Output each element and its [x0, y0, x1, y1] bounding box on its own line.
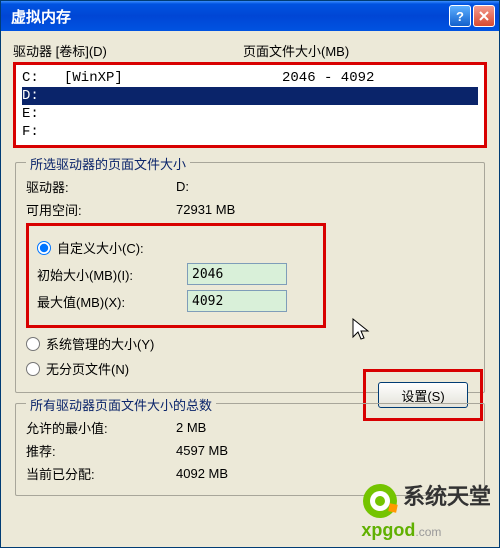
min-value: 2 MB	[176, 420, 206, 435]
initial-size-input[interactable]	[187, 263, 287, 285]
system-managed-label: 系统管理的大小(Y)	[46, 334, 154, 353]
custom-size-label: 自定义大小(C):	[57, 238, 144, 257]
header-drive: 驱动器 [卷标](D)	[13, 41, 243, 60]
titlebar: 虚拟内存 ?	[1, 1, 499, 31]
drive-size: 2046 - 4092	[282, 70, 374, 86]
free-space-label: 可用空间:	[26, 200, 176, 219]
min-row: 允许的最小值: 2 MB	[26, 418, 474, 437]
system-managed-row: 系统管理的大小(Y)	[26, 334, 474, 353]
header-paging: 页面文件大小(MB)	[243, 41, 349, 60]
system-managed-radio[interactable]	[26, 337, 40, 351]
drive-label: F:	[22, 124, 282, 140]
min-label: 允许的最小值:	[26, 418, 176, 437]
custom-size-radio[interactable]	[37, 241, 51, 255]
logo-text: 系统天堂	[403, 484, 491, 509]
logo-domain: .com	[415, 525, 441, 539]
max-size-row: 最大值(MB)(X):	[37, 290, 315, 312]
window-title: 虚拟内存	[5, 6, 449, 27]
custom-size-highlight: 自定义大小(C): 初始大小(MB)(I): 最大值(MB)(X):	[26, 223, 326, 328]
watermark-logo: 系统天堂 xpgod.com	[361, 479, 491, 541]
drive-label: C: [WinXP]	[22, 70, 282, 86]
rec-value: 4597 MB	[176, 443, 228, 458]
drive-list-headers: 驱动器 [卷标](D) 页面文件大小(MB)	[13, 41, 487, 60]
drive-label: E:	[22, 106, 282, 122]
drive-row[interactable]: F:	[22, 123, 478, 141]
drive-listbox[interactable]: C: [WinXP] 2046 - 4092 D: E: F:	[16, 65, 484, 145]
help-button[interactable]: ?	[449, 5, 471, 27]
dialog-content: 驱动器 [卷标](D) 页面文件大小(MB) C: [WinXP] 2046 -…	[1, 31, 499, 502]
rec-row: 推荐: 4597 MB	[26, 441, 474, 460]
cur-label: 当前已分配:	[26, 464, 176, 483]
virtual-memory-dialog: 虚拟内存 ? 驱动器 [卷标](D) 页面文件大小(MB) C: [WinXP]…	[0, 0, 500, 548]
custom-size-radio-row: 自定义大小(C):	[37, 238, 315, 257]
free-space-row: 可用空间: 72931 MB	[26, 200, 474, 219]
drive-info-value: D:	[176, 179, 189, 194]
drive-label: D:	[22, 88, 282, 104]
close-icon	[479, 11, 489, 21]
drive-row[interactable]: C: [WinXP] 2046 - 4092	[22, 69, 478, 87]
logo-url: xpgod	[361, 520, 415, 540]
max-size-input[interactable]	[187, 290, 287, 312]
close-button[interactable]	[473, 5, 495, 27]
cur-value: 4092 MB	[176, 466, 228, 481]
rec-label: 推荐:	[26, 441, 176, 460]
initial-size-row: 初始大小(MB)(I):	[37, 263, 315, 285]
drive-row[interactable]: E:	[22, 105, 478, 123]
drive-row-info: 驱动器: D:	[26, 177, 474, 196]
free-space-value: 72931 MB	[176, 202, 235, 217]
group-title: 所选驱动器的页面文件大小	[26, 154, 190, 173]
logo-icon	[361, 482, 399, 520]
drive-list-highlight: C: [WinXP] 2046 - 4092 D: E: F:	[13, 62, 487, 148]
titlebar-buttons: ?	[449, 5, 495, 27]
no-paging-label: 无分页文件(N)	[46, 359, 129, 378]
initial-size-label: 初始大小(MB)(I):	[37, 265, 187, 284]
drive-info-label: 驱动器:	[26, 177, 176, 196]
drive-row[interactable]: D:	[22, 87, 478, 105]
no-paging-radio[interactable]	[26, 362, 40, 376]
max-size-label: 最大值(MB)(X):	[37, 292, 187, 311]
totals-group-title: 所有驱动器页面文件大小的总数	[26, 395, 216, 414]
selected-drive-group: 所选驱动器的页面文件大小 驱动器: D: 可用空间: 72931 MB 自定义大…	[15, 162, 485, 393]
